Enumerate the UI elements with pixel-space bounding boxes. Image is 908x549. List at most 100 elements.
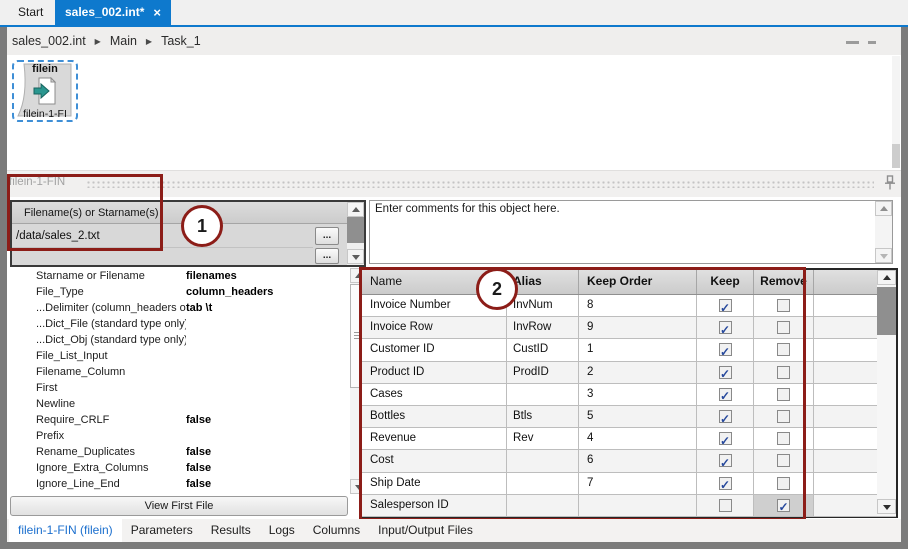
table-row[interactable]: Product ID ProdID 2 <box>362 362 896 384</box>
property-row[interactable]: File_List_Input <box>10 348 348 364</box>
browse-button[interactable]: ... <box>315 227 339 245</box>
keep-checkbox[interactable] <box>719 366 732 379</box>
remove-checkbox[interactable] <box>777 477 790 490</box>
cell-alias[interactable] <box>507 495 579 516</box>
column-header-keep-order[interactable]: Keep Order <box>579 270 697 294</box>
cell-name[interactable]: Invoice Row <box>362 317 507 338</box>
property-row[interactable]: File_Type column_headers <box>10 284 348 300</box>
property-value[interactable]: false <box>186 476 211 492</box>
keep-checkbox[interactable] <box>719 432 732 445</box>
property-value[interactable]: column_headers <box>186 284 273 300</box>
property-row[interactable]: Ignore_Line_End false <box>10 476 348 492</box>
remove-checkbox[interactable] <box>777 454 790 467</box>
breadcrumb-item-file[interactable]: sales_002.int <box>12 34 86 48</box>
remove-checkbox[interactable] <box>777 299 790 312</box>
cell-alias[interactable] <box>507 384 579 405</box>
property-row[interactable]: ...Dict_File (standard type only) <box>10 316 348 332</box>
keep-checkbox[interactable] <box>719 299 732 312</box>
cell-keep-order[interactable]: 9 <box>579 317 697 338</box>
bottom-tab-results[interactable]: Results <box>202 519 260 542</box>
keep-checkbox[interactable] <box>719 477 732 490</box>
bottom-tab-logs[interactable]: Logs <box>260 519 304 542</box>
keep-checkbox[interactable] <box>719 388 732 401</box>
table-row[interactable]: Invoice Number InvNum 8 <box>362 295 896 317</box>
breadcrumb-item-task[interactable]: Task_1 <box>161 34 201 48</box>
table-row[interactable]: Cases 3 <box>362 384 896 406</box>
property-row[interactable]: Rename_Duplicates false <box>10 444 348 460</box>
cell-keep-order[interactable]: 5 <box>579 406 697 427</box>
pin-icon[interactable] <box>884 175 896 191</box>
splitter-handle-icon[interactable] <box>868 41 876 44</box>
bottom-tab-columns[interactable]: Columns <box>304 519 369 542</box>
breadcrumb-item-main[interactable]: Main <box>110 34 137 48</box>
bottom-tab-input-output-files[interactable]: Input/Output Files <box>369 519 482 542</box>
scroll-down-icon[interactable] <box>875 248 892 263</box>
cell-keep-order[interactable]: 6 <box>579 450 697 471</box>
cell-alias[interactable]: Btls <box>507 406 579 427</box>
cell-keep-order[interactable]: 4 <box>579 428 697 449</box>
column-header-keep[interactable]: Keep <box>697 270 754 294</box>
cell-name[interactable]: Ship Date <box>362 473 507 494</box>
filename-grid-header[interactable]: Filename(s) or Starname(s) <box>12 202 347 224</box>
table-row[interactable]: Customer ID CustID 1 <box>362 339 896 361</box>
column-header-remove[interactable]: Remove <box>754 270 814 294</box>
bottom-tab-filein-1-fin-filein-[interactable]: filein-1-FIN (filein) <box>9 519 122 542</box>
columns-scrollbar-thumb[interactable] <box>877 287 896 335</box>
table-row[interactable]: Revenue Rev 4 <box>362 428 896 450</box>
keep-checkbox[interactable] <box>719 499 732 512</box>
cell-keep-order[interactable]: 8 <box>579 295 697 316</box>
cell-name[interactable]: Cost <box>362 450 507 471</box>
cell-keep-order[interactable]: 1 <box>579 339 697 360</box>
filename-cell[interactable]: /data/sales_2.txt <box>12 225 313 248</box>
cell-name[interactable]: Salesperson ID <box>362 495 507 516</box>
property-value[interactable]: filenames <box>186 268 237 284</box>
filename-cell-empty[interactable] <box>12 248 313 265</box>
splitter-handle-icon[interactable] <box>846 41 859 44</box>
property-value[interactable]: false <box>186 412 211 428</box>
keep-checkbox[interactable] <box>719 343 732 356</box>
cell-name[interactable]: Product ID <box>362 362 507 383</box>
table-row[interactable]: Salesperson ID <box>362 495 896 517</box>
cell-alias[interactable] <box>507 473 579 494</box>
cell-alias[interactable] <box>507 450 579 471</box>
property-row[interactable]: Filename_Column <box>10 364 348 380</box>
remove-checkbox[interactable] <box>777 410 790 423</box>
tab-start[interactable]: Start <box>8 0 53 25</box>
cell-name[interactable]: Customer ID <box>362 339 507 360</box>
tab-sales-002[interactable]: sales_002.int* × <box>55 0 171 25</box>
property-row[interactable]: ...Delimiter (column_headers or tab \t <box>10 300 348 316</box>
remove-checkbox[interactable] <box>777 432 790 445</box>
scroll-down-icon[interactable] <box>877 499 896 514</box>
property-value[interactable]: false <box>186 460 211 476</box>
table-row[interactable]: Ship Date 7 <box>362 473 896 495</box>
cell-alias[interactable]: CustID <box>507 339 579 360</box>
keep-checkbox[interactable] <box>719 410 732 423</box>
canvas-scrollbar-thumb[interactable] <box>892 144 900 168</box>
remove-checkbox[interactable] <box>777 321 790 334</box>
scroll-up-icon[interactable] <box>875 201 892 216</box>
table-row[interactable]: Cost 6 <box>362 450 896 472</box>
cell-keep-order[interactable]: 2 <box>579 362 697 383</box>
remove-checkbox[interactable] <box>777 366 790 379</box>
remove-checkbox[interactable] <box>777 343 790 356</box>
close-icon[interactable]: × <box>153 6 161 19</box>
scroll-up-icon[interactable] <box>877 270 896 285</box>
browse-button[interactable]: ... <box>315 248 339 264</box>
cell-keep-order[interactable] <box>579 495 697 516</box>
property-value[interactable]: tab \t <box>186 300 212 316</box>
cell-alias[interactable]: Rev <box>507 428 579 449</box>
keep-checkbox[interactable] <box>719 321 732 334</box>
property-row[interactable]: Prefix <box>10 428 348 444</box>
table-row[interactable]: Bottles Btls 5 <box>362 406 896 428</box>
remove-checkbox[interactable] <box>777 499 790 512</box>
property-row[interactable]: ...Dict_Obj (standard type only) <box>10 332 348 348</box>
graph-canvas[interactable] <box>7 55 901 170</box>
property-row[interactable]: Require_CRLF false <box>10 412 348 428</box>
cell-keep-order[interactable]: 7 <box>579 473 697 494</box>
cell-keep-order[interactable]: 3 <box>579 384 697 405</box>
cell-alias[interactable]: InvRow <box>507 317 579 338</box>
cell-name[interactable]: Bottles <box>362 406 507 427</box>
scroll-up-icon[interactable] <box>347 202 364 217</box>
property-row[interactable]: Starname or Filename filenames <box>10 268 348 284</box>
filein-node[interactable]: filein filein-1-FI <box>12 60 78 122</box>
